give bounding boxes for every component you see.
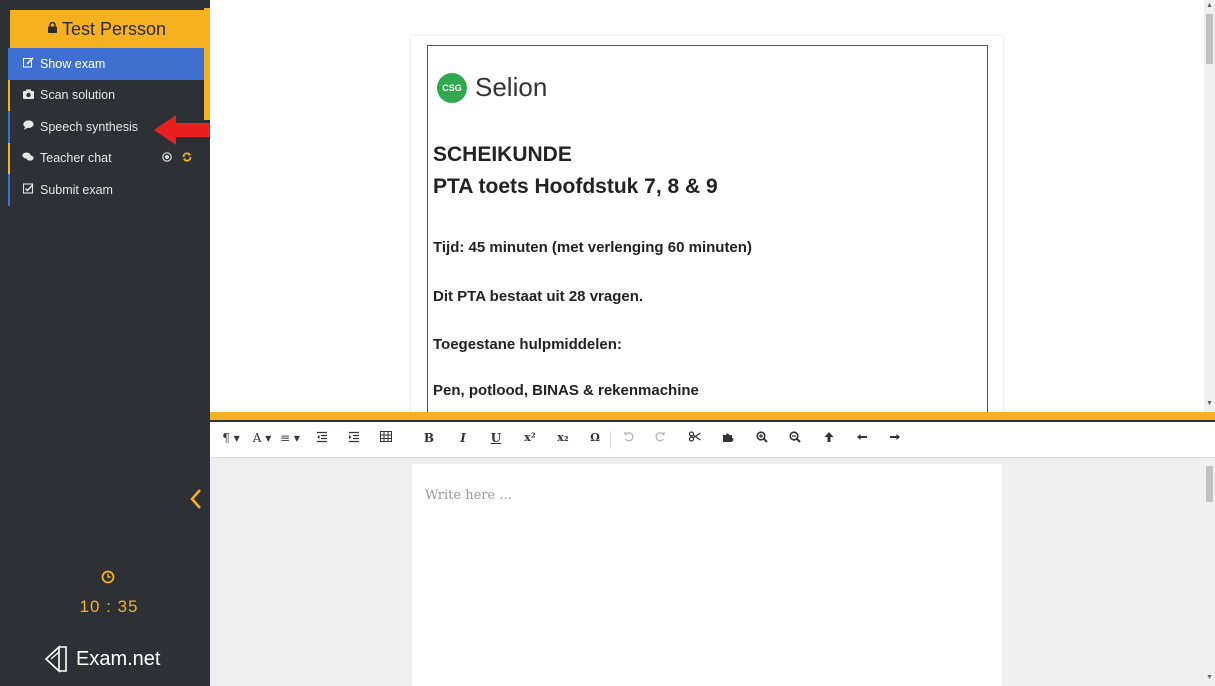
camera-icon	[20, 89, 36, 102]
exam-question-count: Dit PTA bestaat uit 28 vragen.	[433, 288, 644, 305]
editor-scrollbar[interactable]: ▼	[1204, 458, 1215, 686]
arrow-right-icon[interactable]	[888, 431, 902, 449]
edit-icon	[20, 57, 36, 71]
menu-label: Scan solution	[40, 88, 116, 103]
table-icon[interactable]	[378, 431, 394, 449]
brand-logo: Exam.net	[42, 644, 160, 674]
subscript-button[interactable]: x₂	[555, 431, 571, 449]
superscript-button[interactable]: x²	[522, 431, 538, 449]
menu-item-submit-exam[interactable]: Submit exam	[8, 174, 204, 206]
speech-bubble-icon	[20, 120, 36, 133]
menu-label: Show exam	[40, 56, 106, 71]
scroll-down-icon[interactable]: ▼	[1206, 400, 1213, 407]
exam-allowed-tools-heading: Toegestane hulpmiddelen:	[433, 336, 622, 353]
exam-title: PTA toets Hoofdstuk 7, 8 & 9	[433, 175, 718, 198]
exam-page: CSG Selion SCHEIKUNDE PTA toets Hoofdstu…	[411, 36, 1003, 425]
user-name: Test Persson	[61, 18, 167, 39]
menu-item-scan-solution[interactable]: Scan solution	[8, 79, 204, 111]
menu-label: Teacher chat	[40, 151, 112, 166]
scroll-thumb[interactable]	[1206, 14, 1213, 64]
pane-divider[interactable]	[210, 412, 1215, 422]
italic-button[interactable]: I	[456, 431, 470, 449]
chat-icon	[20, 152, 36, 165]
csg-badge: CSG	[437, 72, 467, 103]
undo-icon[interactable]	[621, 431, 635, 449]
special-character-button[interactable]: Ω	[588, 431, 602, 449]
indent-decrease-icon[interactable]	[314, 431, 330, 449]
align-button[interactable]: ≡ ▾	[278, 431, 302, 449]
exam-document: CSG Selion SCHEIKUNDE PTA toets Hoofdstu…	[427, 45, 988, 425]
exam-scrollbar[interactable]: ▲ ▼	[1204, 0, 1215, 412]
bold-button[interactable]: B	[422, 431, 436, 449]
lock-icon	[47, 21, 57, 36]
record-icon	[162, 151, 172, 165]
menu-label: Submit exam	[40, 182, 113, 197]
menu-item-teacher-chat[interactable]: Teacher chat	[8, 142, 204, 174]
toolbar-separator	[610, 431, 611, 449]
paragraph-format-button[interactable]: ¶ ▾	[220, 431, 242, 449]
editor-toolbar: ¶ ▾ A ▾ ≡ ▾ B I U x² x₂ Ω	[210, 422, 1215, 458]
refresh-icon[interactable]	[182, 152, 192, 165]
answer-editor[interactable]: Write here ...	[412, 464, 1002, 686]
scroll-down-icon[interactable]: ▼	[1206, 674, 1213, 681]
exam-timer: 10 : 35	[79, 597, 139, 616]
editor-placeholder: Write here ...	[425, 488, 512, 503]
checkbox-icon	[20, 183, 36, 197]
brand-name: Exam.net	[76, 647, 161, 670]
school-logo: CSG Selion	[437, 72, 547, 103]
font-button[interactable]: A ▾	[250, 431, 274, 449]
exam-app: Test Persson Show exam Scan solution Spe…	[0, 0, 1215, 686]
exam-viewer: CSG Selion SCHEIKUNDE PTA toets Hoofdstu…	[210, 0, 1204, 425]
puzzle-icon[interactable]	[721, 431, 735, 449]
exam-subject: SCHEIKUNDE	[433, 143, 572, 166]
zoom-out-icon[interactable]	[788, 431, 802, 449]
answer-editor-area: Write here ...	[210, 458, 1204, 686]
school-name: Selion	[475, 72, 548, 102]
exam-net-logo-icon	[44, 645, 67, 673]
scroll-thumb[interactable]	[1206, 466, 1213, 502]
user-header[interactable]: Test Persson	[10, 10, 204, 48]
scroll-up-icon[interactable]: ▲	[1206, 2, 1213, 9]
menu-item-show-exam[interactable]: Show exam	[8, 48, 204, 80]
collapse-sidebar-icon[interactable]	[190, 488, 202, 516]
underline-button[interactable]: U	[489, 431, 503, 449]
chat-status	[162, 151, 192, 165]
clock-icon	[100, 570, 116, 586]
sidebar: Test Persson Show exam Scan solution Spe…	[0, 0, 210, 686]
arrow-left-icon[interactable]	[855, 431, 869, 449]
redo-icon[interactable]	[653, 431, 667, 449]
arrow-up-icon[interactable]	[822, 431, 836, 449]
cut-icon[interactable]	[688, 431, 702, 449]
exam-allowed-tools: Pen, potlood, BINAS & rekenmachine	[433, 382, 699, 399]
indent-increase-icon[interactable]	[346, 431, 362, 449]
exam-time: Tijd: 45 minuten (met verlenging 60 minu…	[433, 239, 752, 256]
zoom-in-icon[interactable]	[755, 431, 769, 449]
